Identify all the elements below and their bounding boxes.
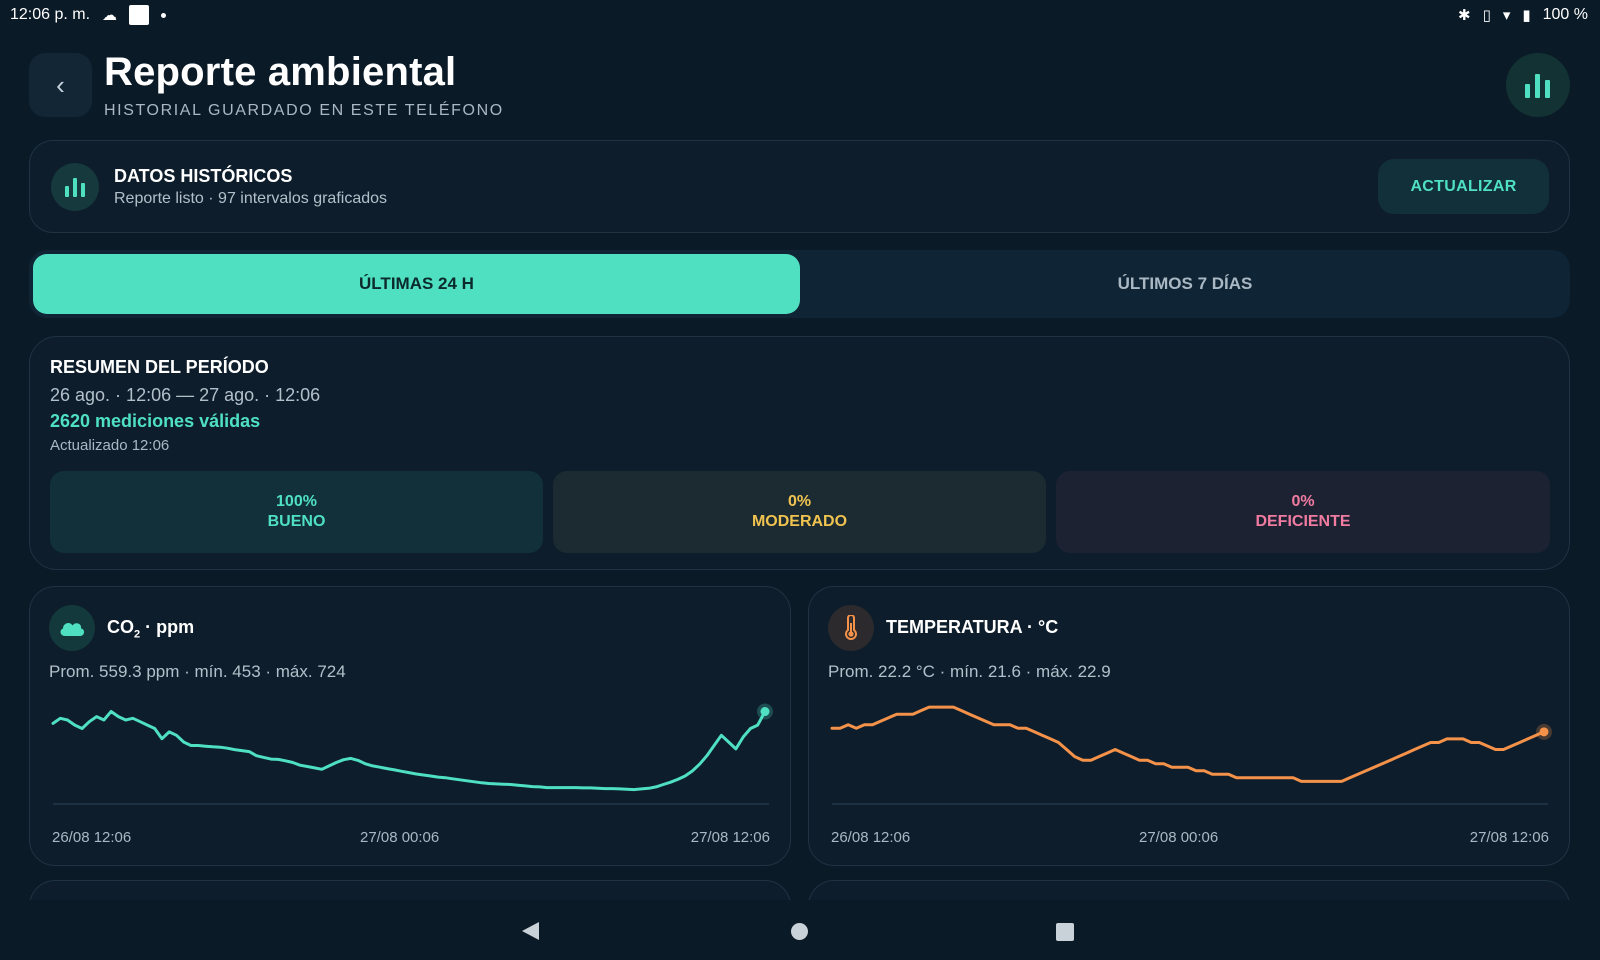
quality-good: 100% BUENO: [50, 471, 543, 553]
vibrate-icon: ▯: [1482, 6, 1491, 24]
chart-button[interactable]: [1506, 53, 1570, 117]
co2-last-point: [760, 707, 770, 717]
quality-deficient: 0% DEFICIENTE: [1056, 471, 1550, 553]
co2-title-prefix: CO: [107, 617, 134, 637]
co2-x-label-end: 27/08 12:06: [690, 829, 770, 846]
temperature-series-line: [830, 705, 1546, 783]
co2-card[interactable]: CO2 · ppm Prom. 559.3 ppm · mín. 453 · m…: [29, 586, 791, 866]
tab-last-24h[interactable]: ÚLTIMAS 24 H: [33, 254, 800, 314]
co2-series-line: [51, 710, 767, 792]
quality-deficient-percent: 0%: [1291, 493, 1315, 510]
temperature-chart: [830, 705, 1552, 805]
temperature-stats: Prom. 22.2 °C · mín. 21.6 · máx. 22.9: [828, 662, 1111, 681]
quality-moderate: 0% MODERADO: [553, 471, 1046, 553]
weather-icon: ☁: [102, 6, 118, 24]
notification-icon: [129, 5, 150, 25]
bluetooth-icon: ✱: [1457, 6, 1471, 24]
summary-title: RESUMEN DEL PERÍODO: [50, 357, 269, 377]
temperature-x-label-mid: 27/08 00:06: [1139, 829, 1219, 846]
page-title: Reporte ambiental: [104, 50, 457, 94]
battery-icon: ▮: [1522, 6, 1531, 24]
quality-moderate-percent: 0%: [787, 493, 812, 510]
co2-title: CO2 · ppm: [107, 617, 194, 641]
battery-percent: 100 %: [1542, 6, 1588, 23]
history-card: DATOS HISTÓRICOS Reporte listo · 97 inte…: [29, 140, 1570, 233]
quality-deficient-label: DEFICIENTE: [1255, 513, 1351, 530]
summary-card: RESUMEN DEL PERÍODO 26 ago. · 12:06 — 27…: [29, 336, 1570, 570]
temperature-icon-wrap: [828, 605, 874, 651]
status-time: 12:06 p. m.: [10, 6, 91, 23]
status-bar: 12:06 p. m. ☁ ✱ ▯ ▾ ▮ 100 %: [0, 0, 1600, 30]
quality-moderate-label: MODERADO: [751, 513, 848, 530]
nav-recents-icon[interactable]: [1056, 923, 1074, 941]
nav-home-icon[interactable]: [791, 923, 808, 940]
page-subtitle: HISTORIAL GUARDADO EN ESTE TELÉFONO: [104, 102, 504, 119]
temperature-title: TEMPERATURA · °C: [886, 617, 1059, 637]
update-button[interactable]: ACTUALIZAR: [1378, 159, 1549, 214]
co2-title-unit: · ppm: [145, 617, 195, 637]
history-icon-wrap: [51, 163, 99, 211]
wifi-icon: ▾: [1502, 6, 1511, 24]
quality-good-label: BUENO: [267, 513, 326, 530]
cloud-icon: [60, 623, 85, 636]
summary-updated: Actualizado 12:06: [50, 437, 170, 454]
bar-chart-icon: [1525, 74, 1550, 98]
history-title: DATOS HISTÓRICOS: [114, 166, 293, 186]
back-button[interactable]: ‹: [29, 53, 92, 117]
co2-x-label-start: 26/08 12:06: [52, 829, 132, 846]
history-subtitle: Reporte listo · 97 intervalos graficados: [114, 190, 388, 207]
nav-back-icon[interactable]: [522, 922, 539, 940]
bar-chart-icon: [65, 178, 85, 197]
summary-range: 26 ago. · 12:06 — 27 ago. · 12:06: [50, 385, 321, 405]
more-notifications-icon: [161, 12, 167, 18]
co2-title-sub: 2: [134, 628, 141, 641]
summary-count: 2620 mediciones válidas: [50, 411, 261, 431]
temperature-x-label-start: 26/08 12:06: [831, 829, 911, 846]
temperature-last-point: [1539, 727, 1549, 737]
temperature-x-label-end: 27/08 12:06: [1469, 829, 1549, 846]
quality-good-percent: 100%: [276, 493, 317, 510]
tab-last-7-days[interactable]: ÚLTIMOS 7 DÍAS: [804, 254, 1566, 314]
co2-stats: Prom. 559.3 ppm · mín. 453 · máx. 724: [49, 662, 346, 681]
navigation-bar: [0, 900, 1600, 960]
thermometer-icon: [845, 615, 857, 640]
temperature-card[interactable]: TEMPERATURA · °C Prom. 22.2 °C · mín. 21…: [808, 586, 1570, 866]
period-tabs: ÚLTIMAS 24 H ÚLTIMOS 7 DÍAS: [29, 250, 1570, 318]
co2-chart: [51, 703, 773, 805]
co2-x-label-mid: 27/08 00:06: [360, 829, 440, 846]
chevron-left-icon: ‹: [56, 69, 65, 100]
co2-icon-wrap: [49, 605, 95, 651]
